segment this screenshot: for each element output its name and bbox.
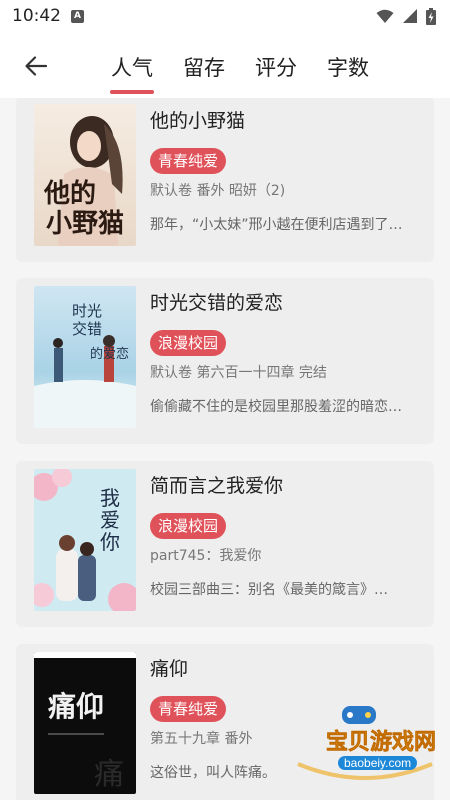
book-card[interactable]: 我 爱 你 简而言之我爱你 浪漫校园 part745：我爱你 校园三部曲三：别名… xyxy=(16,461,434,627)
svg-text:的爱恋: 的爱恋 xyxy=(90,346,129,361)
svg-text:痛仰: 痛仰 xyxy=(48,690,104,723)
watermark-text: 宝贝游戏网 xyxy=(326,730,437,756)
book-description: 校园三部曲三：别名《最美的箴言》… xyxy=(150,582,388,598)
tab-rating[interactable]: 评分 xyxy=(240,32,312,98)
cover-art: 痛仰 痛 xyxy=(34,652,136,794)
book-cover: 我 爱 你 xyxy=(34,469,136,611)
cover-art: 时光 交错 的爱恋 xyxy=(34,286,136,428)
battery-icon xyxy=(426,7,436,25)
chapter-info: 默认卷 番外 昭妍（2) xyxy=(150,183,286,199)
svg-text:你: 你 xyxy=(100,531,120,554)
book-title: 时光交错的爱恋 xyxy=(150,292,284,314)
signal-icon xyxy=(403,8,417,23)
tab-label: 评分 xyxy=(255,56,297,80)
site-watermark-logo: 宝贝游戏网 baobeiy.com xyxy=(290,706,440,784)
book-description: 偷偷藏不住的是校园里那股羞涩的暗恋… xyxy=(150,399,402,415)
active-tab-indicator xyxy=(110,90,154,94)
book-title: 痛仰 xyxy=(150,658,189,680)
back-button[interactable] xyxy=(22,52,50,80)
status-icons xyxy=(376,7,436,25)
book-card[interactable]: 时光 交错 的爱恋 时光交错的爱恋 浪漫校园 默认卷 第六百一十四章 完结 偷偷… xyxy=(16,278,434,444)
book-card[interactable]: 他的 小野猫 他的小野猫 青春纯爱 默认卷 番外 昭妍（2) 那年，“小太妹”邢… xyxy=(16,98,434,262)
cover-art: 我 爱 你 xyxy=(34,469,136,611)
svg-text:我: 我 xyxy=(100,487,120,510)
cover-art: 他的 小野猫 xyxy=(34,104,136,246)
svg-text:他的: 他的 xyxy=(43,178,96,208)
tab-retention[interactable]: 留存 xyxy=(168,32,240,98)
wifi-icon xyxy=(376,9,394,23)
tab-word-count[interactable]: 字数 xyxy=(312,32,384,98)
book-title: 他的小野猫 xyxy=(150,110,246,132)
tab-label: 人气 xyxy=(111,56,153,80)
genre-tag: 青春纯爱 xyxy=(150,696,227,722)
chapter-info: 默认卷 第六百一十四章 完结 xyxy=(150,365,327,381)
top-navigation: 人气 留存 评分 字数 xyxy=(0,32,450,98)
sort-tabs: 人气 留存 评分 字数 xyxy=(96,32,384,98)
tab-label: 字数 xyxy=(327,56,369,80)
svg-text:时光: 时光 xyxy=(72,303,102,320)
watermark-url: baobeiy.com xyxy=(338,756,418,770)
svg-text:爱: 爱 xyxy=(100,509,120,532)
book-list[interactable]: 他的 小野猫 他的小野猫 青春纯爱 默认卷 番外 昭妍（2) 那年，“小太妹”邢… xyxy=(0,98,450,800)
book-cover: 他的 小野猫 xyxy=(34,104,136,246)
svg-text:小野猫: 小野猫 xyxy=(46,209,124,238)
genre-tag: 浪漫校园 xyxy=(150,513,227,539)
tab-label: 留存 xyxy=(183,56,225,80)
svg-text:痛: 痛 xyxy=(94,758,124,791)
book-description: 那年，“小太妹”邢小越在便利店遇到了… xyxy=(150,217,403,233)
status-bar: 10:42 A xyxy=(0,0,450,32)
book-cover: 时光 交错 的爱恋 xyxy=(34,286,136,428)
genre-tag: 浪漫校园 xyxy=(150,330,227,356)
book-cover: 痛仰 痛 xyxy=(34,652,136,794)
tab-popularity[interactable]: 人气 xyxy=(96,32,168,98)
chapter-info: part745：我爱你 xyxy=(150,548,262,564)
book-title: 简而言之我爱你 xyxy=(150,475,284,497)
svg-text:交错: 交错 xyxy=(72,320,102,338)
arrow-left-icon xyxy=(25,56,48,76)
genre-tag: 青春纯爱 xyxy=(150,148,227,174)
status-time: 10:42 xyxy=(12,6,61,26)
notification-icon: A xyxy=(71,9,84,23)
chapter-info: 第五十九章 番外 xyxy=(150,731,253,747)
